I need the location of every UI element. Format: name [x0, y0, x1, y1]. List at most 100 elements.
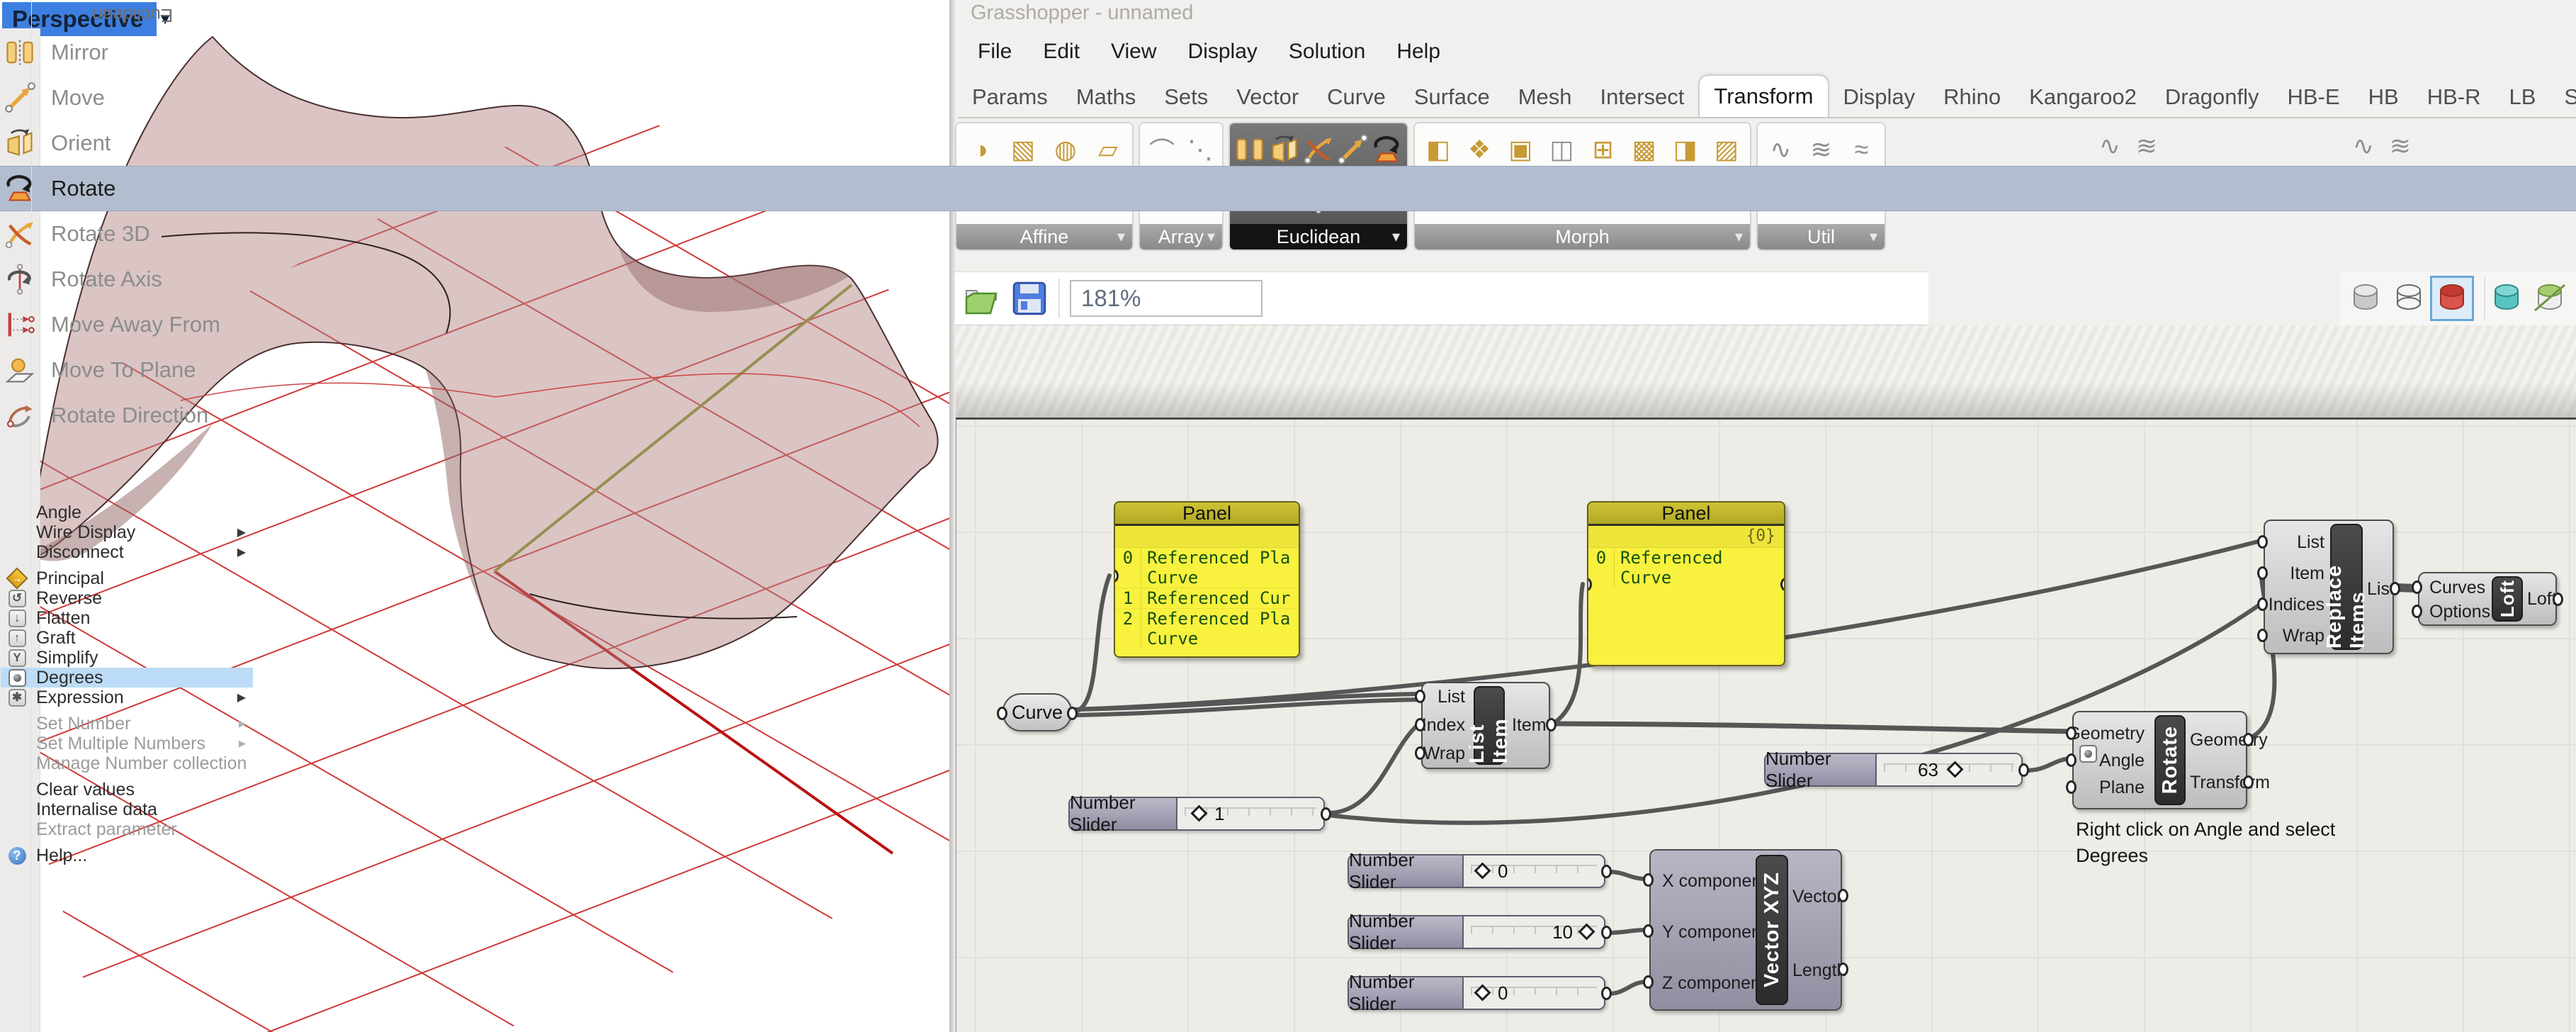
panel2-output-nub[interactable]	[1780, 578, 1784, 591]
ctx-item-flatten[interactable]: ↓ Flatten	[1, 608, 253, 628]
vector-length-nub[interactable]	[1838, 963, 1848, 976]
menu-item-rotate-axis[interactable]: Rotate Axis	[0, 257, 2576, 302]
panel1-title: Panel	[1115, 503, 1299, 526]
rotate-geometry-out-nub[interactable]	[2243, 733, 2254, 746]
slider-x-nub[interactable]	[1601, 865, 1612, 878]
listitem-wrap-nub[interactable]	[1415, 746, 1425, 760]
slider-x-track[interactable]: 0	[1464, 856, 1604, 887]
slider-z-nub[interactable]	[1601, 987, 1612, 1000]
curve-output-nub[interactable]	[1067, 707, 1078, 720]
mirror-icon	[4, 36, 36, 69]
panel-component-1[interactable]: Panel 0 Referenced Pla Curve 1 Referenced…	[1114, 501, 1300, 658]
ctx-item-angle[interactable]: Angle	[1, 503, 253, 522]
number-slider-y[interactable]: Number Slider 10	[1348, 910, 1612, 953]
number-slider-z[interactable]: Number Slider 0	[1348, 971, 1612, 1014]
angle-degrees-badge-icon[interactable]	[2079, 745, 2097, 763]
slider-index-track[interactable]: 1	[1177, 798, 1323, 829]
vector-output-vector: Vector	[1792, 887, 1843, 907]
rotate-input-angle: Angle	[2099, 751, 2145, 770]
ctx-item-disconnect[interactable]: Disconnect ▶	[1, 542, 253, 562]
vector-y-nub[interactable]	[1643, 924, 1654, 938]
submenu-arrow-icon: ▶	[239, 738, 246, 748]
ctx-item-wire-display[interactable]: Wire Display ▶	[1, 522, 253, 542]
submenu-arrow-icon: ▶	[239, 718, 246, 729]
menu-item-rotate-selected[interactable]: Rotate	[0, 166, 2576, 211]
menu-item-orient[interactable]: Orient	[0, 120, 2576, 166]
replace-input-wrap: Wrap	[2282, 626, 2324, 646]
slider-y-nub[interactable]	[1601, 926, 1612, 939]
replace-input-indices: Indices	[2268, 595, 2324, 615]
slider-index-value: 1	[1214, 803, 1225, 824]
replace-name-box: Replace Items	[2323, 524, 2369, 650]
vector-xyz-component[interactable]: X component Y component Z component Vect…	[1643, 849, 1848, 1011]
rotate-output-geometry: Geometry	[2190, 730, 2268, 750]
loft-component[interactable]: Curves Options Loft Loft	[2412, 572, 2563, 626]
menu-item-rotate-3d[interactable]: Rotate 3D	[0, 211, 2576, 257]
number-slider-angle[interactable]: Number Slider 63	[1764, 748, 2029, 791]
slider-angle-track[interactable]: 63	[1877, 754, 2021, 785]
slider-x-value: 0	[1498, 860, 1508, 882]
listitem-list-nub[interactable]	[1415, 690, 1425, 703]
ctx-item-simplify[interactable]: Y Simplify	[1, 648, 253, 668]
vector-input-x: X component	[1662, 871, 1767, 891]
vector-vector-nub[interactable]	[1838, 889, 1848, 902]
slider-y-name: Number Slider	[1349, 910, 1464, 953]
rotate-geometry-nub[interactable]	[2066, 727, 2077, 740]
menu-item-rotate-direction[interactable]: Rotate Direction	[0, 393, 2576, 438]
vector-x-nub[interactable]	[1643, 873, 1654, 887]
slider-index-nub[interactable]	[1321, 807, 1331, 821]
ctx-item-reverse[interactable]: ↺ Reverse	[1, 588, 253, 608]
replace-list-out-nub[interactable]	[2390, 582, 2400, 595]
degrees-icon	[8, 668, 26, 687]
slider-angle-name: Number Slider	[1766, 748, 1877, 791]
submenu-arrow-icon: ▶	[237, 527, 246, 539]
slider-z-track[interactable]: 0	[1464, 977, 1604, 1009]
listitem-item-nub[interactable]	[1546, 718, 1557, 731]
panel1-band	[1115, 526, 1299, 548]
curve-input-nub[interactable]	[997, 707, 1007, 720]
replace-list-nub[interactable]	[2257, 535, 2268, 549]
curve-param-component[interactable]: Curve	[997, 693, 1078, 731]
principal-icon: →	[6, 567, 28, 590]
list-item-component[interactable]: List Index Wrap List Item Item	[1415, 682, 1557, 769]
menu-item-move-away-from[interactable]: Move Away From	[0, 302, 2576, 347]
slider-index-name: Number Slider	[1070, 792, 1177, 835]
submenu-arrow-icon: ▶	[237, 546, 246, 559]
ctx-item-principal[interactable]: → Principal	[1, 567, 253, 590]
rotate-angle-nub[interactable]	[2066, 753, 2077, 767]
vector-z-nub[interactable]	[1643, 975, 1654, 989]
number-slider-x[interactable]: Number Slider 0	[1348, 849, 1612, 892]
loft-name-box: Loft	[2492, 576, 2523, 622]
ctx-item-help[interactable]: ? Help...	[1, 846, 253, 865]
panel-component-2[interactable]: Panel {0} 0 Referenced Curve	[1587, 501, 1785, 666]
replace-item-nub[interactable]	[2257, 566, 2268, 580]
loft-curves-nub[interactable]	[2412, 580, 2422, 594]
rotate-component[interactable]: Geometry Angle Plane Rotate Geometry Tra…	[2066, 711, 2270, 809]
replace-items-component[interactable]: List Item Indices Wrap Replace Items Lis…	[2257, 520, 2400, 654]
menu-item-move-to-plane[interactable]: Move To Plane	[0, 347, 2576, 393]
number-slider-index[interactable]: Number Slider 1	[1068, 792, 1331, 835]
loft-out-nub[interactable]	[2553, 593, 2563, 606]
ctx-item-set-number: Set Number ▶	[36, 713, 246, 734]
rotate-plane-nub[interactable]	[2066, 780, 2077, 794]
menu-item-mirror[interactable]: Mirror	[0, 30, 2576, 75]
slider-x-name: Number Slider	[1349, 849, 1464, 892]
listitem-index-nub[interactable]	[1415, 718, 1425, 731]
menu-item-move[interactable]: Move	[0, 75, 2576, 120]
rotate-transform-out-nub[interactable]	[2243, 775, 2254, 789]
replace-wrap-nub[interactable]	[2257, 629, 2268, 642]
vector-input-y: Y component	[1662, 922, 1766, 942]
ctx-item-clear-values[interactable]: Clear values	[1, 780, 253, 800]
replace-input-list: List	[2297, 532, 2324, 552]
slider-angle-value: 63	[1918, 759, 1938, 780]
ctx-item-expression[interactable]: ✱ Expression ▶	[1, 688, 253, 707]
ctx-item-degrees-selected[interactable]: Degrees	[1, 668, 253, 688]
ctx-item-graft[interactable]: ↑ Graft	[1, 628, 253, 648]
listitem-name-box: List Item	[1466, 686, 1512, 765]
ctx-item-internalise-data[interactable]: Internalise data	[1, 800, 253, 819]
loft-options-nub[interactable]	[2412, 605, 2422, 618]
vector-name-box: Vector XYZ	[1756, 855, 1788, 1005]
slider-angle-nub[interactable]	[2018, 763, 2029, 777]
replace-indices-nub[interactable]	[2257, 598, 2268, 611]
slider-y-track[interactable]: 10	[1464, 916, 1604, 948]
